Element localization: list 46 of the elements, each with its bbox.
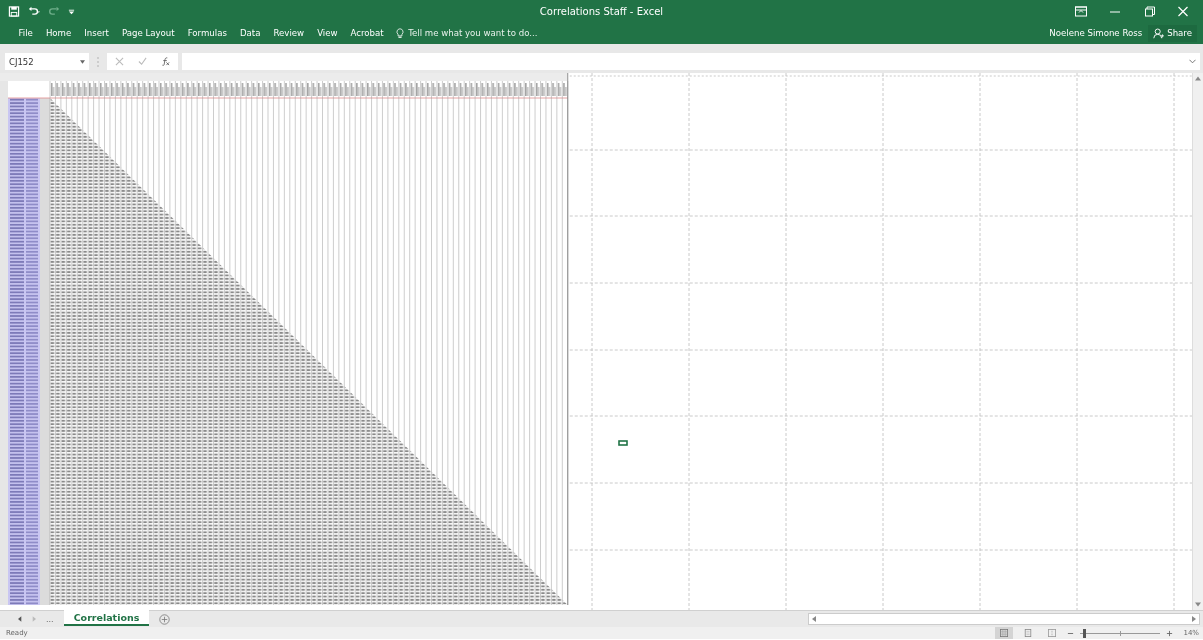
scroll-left-icon[interactable] <box>812 616 816 622</box>
close-icon[interactable] <box>1177 5 1189 17</box>
window-title: Correlations Staff - Excel <box>539 5 664 17</box>
ribbon-tab[interactable]: Formulas <box>181 26 234 40</box>
scroll-right-icon[interactable] <box>1192 616 1196 622</box>
more-sheets-button[interactable]: ... <box>46 614 54 624</box>
ribbon-tab[interactable]: Acrobat <box>344 26 391 40</box>
zoom-thumb[interactable] <box>1082 628 1086 638</box>
horizontal-scrollbar[interactable] <box>808 613 1200 625</box>
ribbon-tab[interactable]: Data <box>233 26 267 40</box>
scroll-up-icon[interactable] <box>1195 76 1201 81</box>
vertical-scrollbar[interactable] <box>1192 73 1203 610</box>
person-icon <box>1153 27 1165 39</box>
restore-icon[interactable] <box>1143 5 1155 17</box>
ribbon-tab[interactable]: Page Layout <box>115 26 182 40</box>
function-icon[interactable] <box>161 57 170 66</box>
ribbon-tab[interactable]: File <box>12 26 40 40</box>
dropdown-icon <box>80 59 85 64</box>
previous-sheet-icon[interactable] <box>18 616 22 622</box>
cancel-icon[interactable] <box>115 57 124 66</box>
expand-icon[interactable] <box>1189 59 1196 64</box>
enter-icon[interactable] <box>138 57 147 66</box>
sheet-tab[interactable]: Correlations <box>63 610 150 626</box>
ribbon-tab[interactable]: Insert <box>77 26 116 40</box>
undo-icon[interactable] <box>28 5 40 17</box>
formula-field[interactable] <box>182 53 1200 70</box>
share-button[interactable]: Share <box>1148 24 1197 42</box>
ribbon-display-icon[interactable] <box>1075 5 1087 17</box>
normal-view-icon <box>1000 629 1009 637</box>
save-icon[interactable] <box>8 5 20 17</box>
lightbulb-icon <box>396 27 405 39</box>
redo-icon[interactable] <box>48 5 60 17</box>
tell-me-field[interactable]: Tell me what you want to do... <box>396 27 559 39</box>
zoom-in-icon[interactable] <box>1166 629 1174 637</box>
page-break-icon <box>1048 629 1057 637</box>
selected-cell[interactable] <box>618 440 628 446</box>
ribbon-tab[interactable]: View <box>310 26 345 40</box>
add-sheet-icon[interactable] <box>159 613 171 625</box>
ribbon-tab[interactable]: Home <box>39 26 78 40</box>
user-name[interactable]: Noelene Simone Ross <box>1049 28 1143 38</box>
name-box[interactable]: CJ152 <box>5 53 89 70</box>
page-layout-icon <box>1024 629 1033 637</box>
customize-icon[interactable] <box>68 7 75 15</box>
scroll-down-icon[interactable] <box>1195 602 1201 607</box>
ribbon-tab[interactable]: Review <box>266 26 311 40</box>
view-button[interactable] <box>995 627 1014 639</box>
